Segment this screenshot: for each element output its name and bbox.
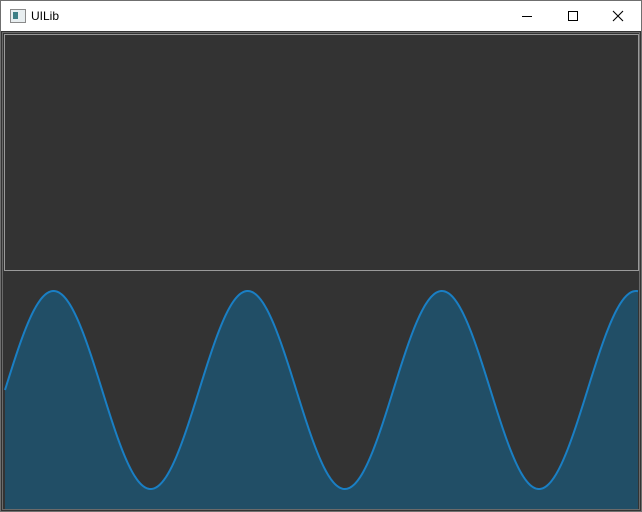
waveform-area bbox=[5, 291, 638, 509]
minimize-icon bbox=[522, 16, 532, 17]
window-title: UILib bbox=[31, 9, 60, 23]
maximize-button[interactable] bbox=[550, 1, 596, 31]
app-window: UILib bbox=[0, 0, 642, 512]
minimize-button[interactable] bbox=[504, 1, 550, 31]
client-area bbox=[1, 31, 641, 511]
maximize-icon bbox=[568, 11, 578, 21]
close-icon bbox=[612, 10, 624, 22]
close-button[interactable] bbox=[595, 1, 641, 31]
title-bar[interactable]: UILib bbox=[1, 1, 641, 31]
app-icon bbox=[10, 9, 26, 23]
waveform-chart bbox=[4, 289, 639, 509]
